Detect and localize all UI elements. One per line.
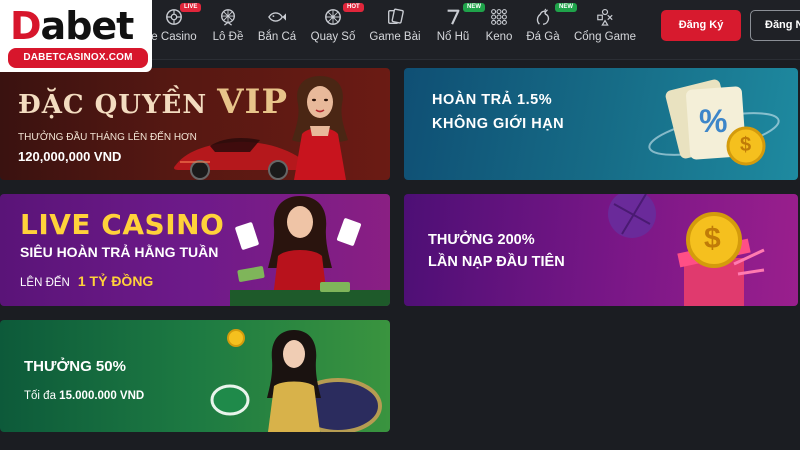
live-casino-promo-banner[interactable]: LIVE CASINO SIÊU HOÀN TRẢ HẰNG TUẦN LÊN … xyxy=(0,194,390,306)
brand-logo[interactable]: Dabet DABETCASINOX.COM xyxy=(0,0,152,72)
cashback-promo-banner[interactable]: % $ HOÀN TRẢ 1.5% KHÔNG GIỚI HẠN xyxy=(404,68,798,180)
gamepad-shapes-icon xyxy=(597,8,613,26)
nav-item-ban-ca[interactable]: Bắn Cá xyxy=(255,0,299,60)
roulette-model-illustration xyxy=(210,329,382,432)
nav-item-lo-de[interactable]: Lô Đề xyxy=(208,0,248,60)
vip-subtitle: THƯỞNG ĐẦU THÁNG LÊN ĐẾN HƠN xyxy=(18,132,197,143)
nav-label: Cổng Game xyxy=(573,31,636,43)
vip-amount: 120,000,000 VND xyxy=(18,149,122,164)
nav-label: e Casino xyxy=(151,31,197,43)
nav-label: Keno xyxy=(485,31,513,43)
nav-item-live-casino[interactable]: LIVE e Casino xyxy=(150,0,202,60)
logo-wordmark: Dabet xyxy=(10,4,134,48)
logo-domain: DABETCASINOX.COM xyxy=(8,48,148,68)
cards-icon xyxy=(388,8,404,24)
vip-promo-banner[interactable]: ĐẶC QUYỀN VIP THƯỞNG ĐẦU THÁNG LÊN ĐẾN H… xyxy=(0,68,390,180)
cashback-line1: HOÀN TRẢ 1.5% xyxy=(432,92,553,108)
dealer-illustration xyxy=(230,196,390,306)
bonus50-line2: Tối đa 15.000.000 VND xyxy=(24,390,145,402)
nav-label: Đá Gà xyxy=(526,31,560,43)
coin-dollar-symbol: $ xyxy=(704,222,721,255)
model-woman-illustration xyxy=(292,76,348,180)
gift-coin-illustration xyxy=(608,194,765,306)
nav-item-cong-game[interactable]: Cổng Game xyxy=(572,0,638,60)
ferris-wheel-icon xyxy=(221,9,235,26)
live-casino-amount: LÊN ĐẾN 1 TỶ ĐỒNG xyxy=(20,273,154,289)
percent-symbol: % xyxy=(699,103,728,139)
nav-label: Nổ Hũ xyxy=(436,31,470,43)
first-deposit-promo-banner[interactable]: $ THƯỞNG 200% LẦN NẠP ĐẦU TIÊN xyxy=(404,194,798,306)
vip-title: ĐẶC QUYỀN VIP xyxy=(18,82,289,122)
nav-label: Lô Đề xyxy=(212,31,244,43)
live-casino-title: LIVE CASINO xyxy=(20,208,225,241)
live-casino-subtitle: SIÊU HOÀN TRẢ HẰNG TUẦN xyxy=(20,244,219,260)
nav-item-game-bai[interactable]: Game Bài xyxy=(368,0,422,60)
nav-item-quay-so[interactable]: HOT Quay Số xyxy=(309,0,364,60)
coin-dollar-symbol: $ xyxy=(740,134,752,156)
nav-label: Game Bài xyxy=(369,31,421,43)
deposit-line2: LẦN NẠP ĐẦU TIÊN xyxy=(428,254,565,270)
fish-icon xyxy=(268,12,286,22)
lottery-wheel-icon xyxy=(325,9,341,25)
hot-badge: HOT xyxy=(343,3,364,12)
deposit-line1: THƯỞNG 200% xyxy=(428,232,535,248)
bonus-50-promo-banner[interactable]: THƯỞNG 50% Tối đa 15.000.000 VND xyxy=(0,320,390,432)
register-button[interactable]: Đăng Ký xyxy=(661,10,741,41)
cashback-line2: KHÔNG GIỚI HẠN xyxy=(432,116,565,132)
slot-seven-icon xyxy=(447,9,460,25)
rooster-icon xyxy=(536,8,550,25)
nav-label: Bắn Cá xyxy=(257,31,297,43)
nav-label: Quay Số xyxy=(310,31,356,43)
keno-grid-icon xyxy=(491,9,507,25)
top-header: Dabet DABETCASINOX.COM LIVE e Casino Lô … xyxy=(0,0,800,72)
roulette-wheel-icon xyxy=(166,9,182,25)
nav-item-no-hu[interactable]: NEW Nổ Hũ xyxy=(433,0,485,60)
nav-item-keno[interactable]: Keno xyxy=(481,0,517,60)
nav-item-da-ga[interactable]: NEW Đá Gà xyxy=(525,0,577,60)
login-button[interactable]: Đăng Nhập xyxy=(750,10,800,41)
bonus50-line1: THƯỞNG 50% xyxy=(24,358,126,375)
